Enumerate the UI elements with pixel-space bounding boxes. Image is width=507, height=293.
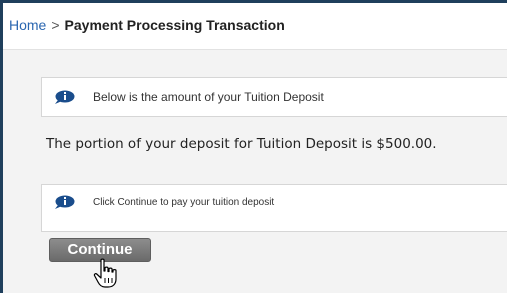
page-title: Payment Processing Transaction (64, 17, 285, 33)
info-message-amount: Below is the amount of your Tuition Depo… (41, 77, 507, 117)
info-message-text: Click Continue to pay your tuition depos… (93, 197, 275, 208)
speech-bubble-info-icon (55, 195, 75, 209)
breadcrumb-home-link[interactable]: Home (9, 17, 46, 33)
info-message-instruction: Click Continue to pay your tuition depos… (41, 184, 507, 232)
speech-bubble-info-icon (55, 90, 75, 104)
breadcrumb-separator: > (51, 17, 60, 33)
deposit-amount-text: The portion of your deposit for Tuition … (46, 136, 437, 152)
info-message-text: Below is the amount of your Tuition Depo… (93, 90, 324, 104)
hand-pointer-cursor-icon (93, 258, 117, 288)
breadcrumb: Home > Payment Processing Transaction (9, 17, 285, 33)
page-frame: Home > Payment Processing Transaction Belo… (0, 0, 507, 293)
breadcrumb-bar: Home > Payment Processing Transaction (3, 3, 507, 50)
main-content: Below is the amount of your Tuition Depo… (3, 50, 507, 293)
